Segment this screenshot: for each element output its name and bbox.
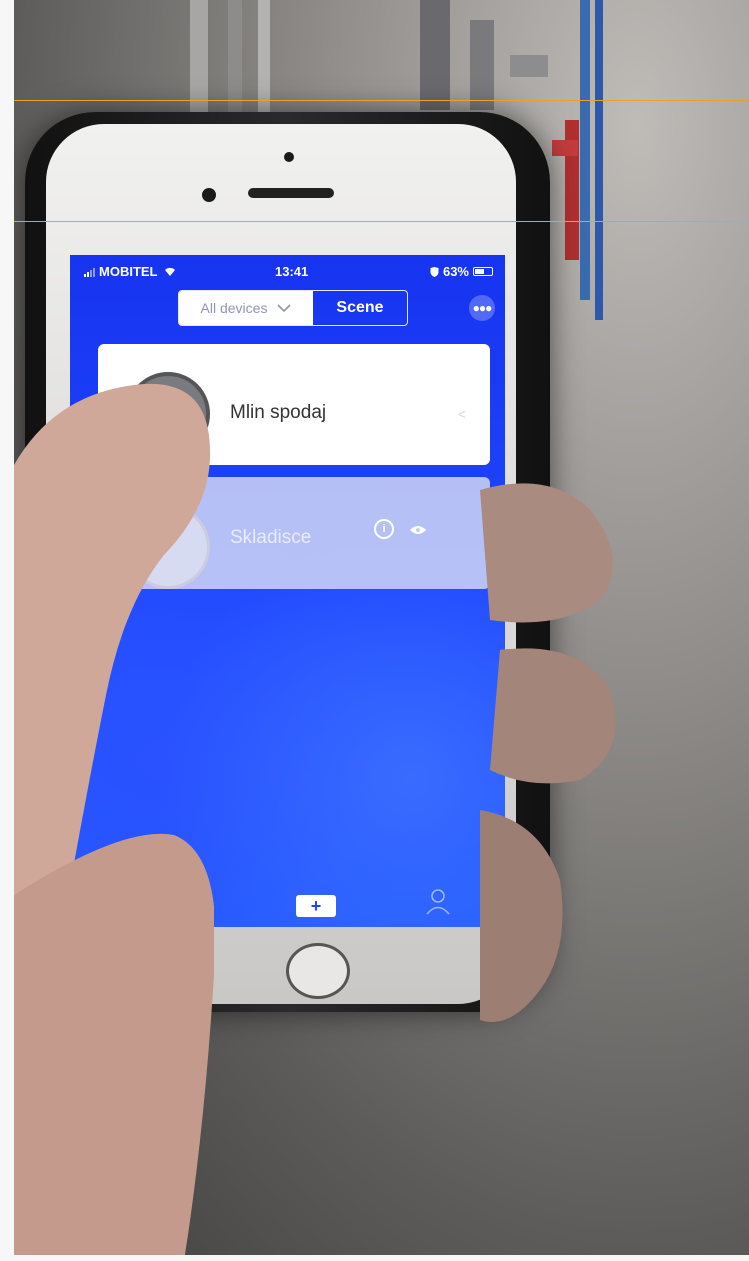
chevron-down-icon: [277, 304, 292, 312]
right-hand-fingers: [480, 483, 616, 1022]
photo-scene: MOBITEL 13:41 63% All devices Scene ●●● …: [0, 0, 749, 1261]
tab-all-devices-label: All devices: [200, 300, 268, 316]
guide-line-top: [0, 100, 749, 101]
image-border-bottom: [0, 1255, 749, 1261]
scene-name: Skladisce: [230, 527, 312, 548]
status-time: 13:41: [275, 264, 309, 279]
add-button[interactable]: +: [296, 895, 336, 917]
carrier-name: MOBITEL: [99, 264, 158, 279]
home-button[interactable]: [286, 943, 350, 999]
eye-icon[interactable]: [410, 525, 426, 535]
shield-icon: [430, 266, 439, 277]
more-dots-icon: ●●●: [472, 301, 493, 315]
profile-icon[interactable]: [424, 887, 452, 917]
status-carrier: MOBITEL: [84, 264, 176, 279]
battery-fill: [475, 269, 484, 274]
tab-scene-label: Scene: [336, 299, 384, 316]
wifi-icon: [164, 267, 175, 276]
status-right: 63%: [430, 264, 493, 279]
battery-percent: 63%: [442, 264, 469, 279]
earpiece-speaker: [248, 188, 334, 198]
battery-icon: [473, 267, 493, 276]
chevron-left-icon: <: [457, 406, 466, 422]
thumb: [14, 383, 214, 1261]
front-camera: [202, 188, 216, 202]
scene-name: Mlin spodaj: [230, 402, 327, 423]
view-switcher: All devices Scene: [178, 290, 408, 326]
proximity-sensor: [284, 152, 294, 162]
tab-all-devices[interactable]: All devices: [179, 291, 313, 325]
status-bar: MOBITEL 13:41 63%: [70, 261, 505, 283]
info-icon[interactable]: i: [374, 519, 394, 539]
guide-line-bottom: [0, 221, 749, 222]
more-button[interactable]: ●●●: [469, 295, 495, 321]
add-icon: +: [310, 895, 322, 916]
tab-scene[interactable]: Scene: [313, 291, 407, 325]
image-border-left: [0, 0, 14, 1261]
signal-icon: [84, 267, 95, 277]
